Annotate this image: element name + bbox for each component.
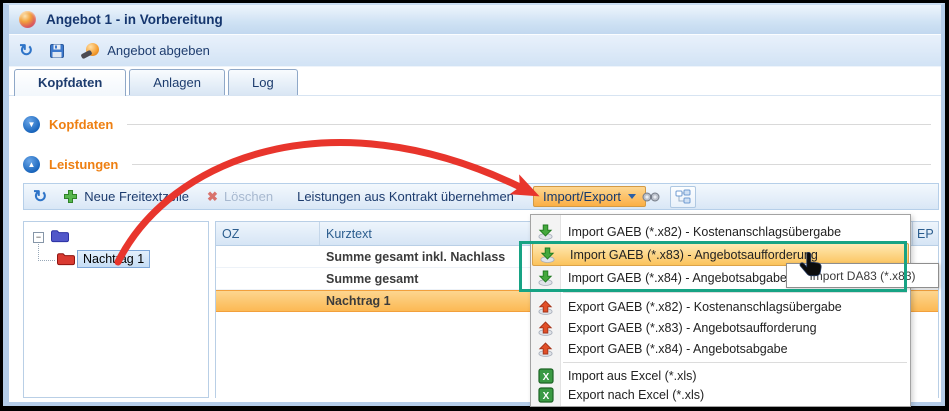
collapse-arrow-icon[interactable]: ▼ — [23, 116, 40, 133]
tree-expander-minus[interactable]: − — [33, 232, 44, 243]
section-divider — [127, 124, 931, 125]
search-positions-button[interactable] — [638, 186, 664, 208]
nachtrag-folder-icon[interactable] — [56, 251, 76, 271]
application-window: Angebot 1 - in Vorbereitung ↻ Angebot ab… — [0, 0, 949, 411]
delete-x-icon: ✖ — [207, 189, 218, 205]
section-header-kopfdaten: ▼ Kopfdaten — [23, 116, 931, 133]
main-toolbar: ↻ Angebot abgeben — [9, 35, 941, 67]
section-divider — [132, 164, 931, 165]
menu-item-export-gaeb-x83[interactable]: Export GAEB (*.x83) - Angebotsaufforderu… — [531, 317, 910, 338]
tooltip: Import DA83 (*.x83) — [786, 263, 939, 288]
tree-view-toggle-button[interactable] — [670, 186, 696, 208]
delete-label: Löschen — [224, 189, 273, 204]
svg-text:X: X — [542, 391, 549, 402]
section-kopfdaten-label[interactable]: Kopfdaten — [49, 117, 113, 132]
menu-item-export-gaeb-x84[interactable]: Export GAEB (*.x84) - Angebotsabgabe — [531, 338, 910, 359]
tab-kopfdaten[interactable]: Kopfdaten — [14, 69, 126, 96]
menu-item-import-gaeb-x82[interactable]: Import GAEB (*.x82) - Kostenanschlagsübe… — [531, 220, 910, 243]
expand-arrow-icon[interactable]: ▲ — [23, 156, 40, 173]
tree-item-nachtrag-1[interactable]: Nachtrag 1 — [77, 250, 150, 268]
new-freetext-row-label: Neue Freitextzeile — [84, 189, 189, 204]
submit-offer-label: Angebot abgeben — [107, 43, 210, 58]
tab-strip: Kopfdaten Anlagen Log — [9, 67, 941, 96]
delete-button[interactable]: ✖ Löschen — [207, 189, 273, 205]
menu-item-label: Export GAEB (*.x83) - Angebotsaufforderu… — [568, 321, 817, 335]
import-export-label: Import/Export — [543, 189, 621, 204]
chevron-down-icon — [628, 194, 636, 199]
excel-icon: X — [537, 368, 554, 384]
menu-item-export-gaeb-x82[interactable]: Export GAEB (*.x82) - Kostenanschlagsübe… — [531, 296, 910, 317]
window-title: Angebot 1 - in Vorbereitung — [46, 12, 223, 27]
column-header-oz[interactable]: OZ — [216, 222, 320, 245]
menu-item-label: Import GAEB (*.x83) - Angebotsaufforderu… — [570, 248, 818, 262]
export-arrow-icon — [537, 299, 554, 315]
refresh-icon[interactable]: ↻ — [19, 42, 33, 59]
import-export-menu: Import GAEB (*.x82) - Kostenanschlagsübe… — [530, 214, 911, 407]
tab-anlagen[interactable]: Anlagen — [129, 69, 225, 95]
plus-icon — [63, 189, 78, 204]
import-arrow-icon — [539, 247, 556, 263]
tooltip-text: Import DA83 (*.x83) — [809, 269, 915, 283]
new-freetext-row-button[interactable]: Neue Freitextzeile — [63, 189, 189, 204]
menu-separator — [563, 292, 907, 293]
hierarchy-icon — [675, 189, 691, 205]
submit-offer-icon — [81, 43, 99, 58]
import-arrow-icon — [537, 270, 554, 286]
export-arrow-icon — [537, 320, 554, 336]
leistungen-toolbar: ↻ Neue Freitextzeile ✖ Löschen Leistunge… — [23, 183, 939, 210]
menu-separator — [563, 362, 907, 363]
menu-item-label: Export nach Excel (*.xls) — [568, 388, 704, 402]
refresh-icon[interactable]: ↻ — [33, 188, 47, 205]
import-arrow-icon — [537, 224, 554, 240]
position-tree-panel: − Nachtrag 1 — [23, 221, 209, 398]
menu-item-export-excel[interactable]: X Export nach Excel (*.xls) — [531, 385, 910, 404]
excel-icon: X — [537, 387, 554, 403]
window-titlebar: Angebot 1 - in Vorbereitung — [9, 5, 941, 35]
import-export-dropdown-button[interactable]: Import/Export — [533, 186, 646, 207]
blue-folder-icon — [50, 228, 70, 243]
app-logo-icon — [19, 11, 36, 28]
menu-item-label: Import GAEB (*.x84) - Angebotsabgabe — [568, 271, 787, 285]
tab-log[interactable]: Log — [228, 69, 298, 95]
svg-text:X: X — [542, 372, 549, 383]
submit-offer-button[interactable]: Angebot abgeben — [81, 43, 210, 58]
binoculars-icon — [642, 191, 660, 203]
menu-item-label: Export GAEB (*.x84) - Angebotsabgabe — [568, 342, 788, 356]
column-header-ep[interactable]: EP — [912, 222, 938, 245]
takeover-from-contract-button[interactable]: Leistungen aus Kontrakt übernehmen — [297, 189, 514, 204]
tree-connector-line — [38, 244, 55, 261]
menu-item-label: Export GAEB (*.x82) - Kostenanschlagsübe… — [568, 300, 842, 314]
menu-item-label: Import aus Excel (*.xls) — [568, 369, 697, 383]
takeover-label: Leistungen aus Kontrakt übernehmen — [297, 189, 514, 204]
menu-item-import-excel[interactable]: X Import aus Excel (*.xls) — [531, 366, 910, 385]
section-header-leistungen: ▲ Leistungen — [23, 156, 931, 173]
floppy-disk-icon — [49, 43, 65, 59]
save-icon[interactable] — [49, 43, 65, 59]
menu-item-label: Import GAEB (*.x82) - Kostenanschlagsübe… — [568, 225, 841, 239]
export-arrow-icon — [537, 341, 554, 357]
section-leistungen-label[interactable]: Leistungen — [49, 157, 118, 172]
red-folder-icon — [56, 251, 76, 266]
